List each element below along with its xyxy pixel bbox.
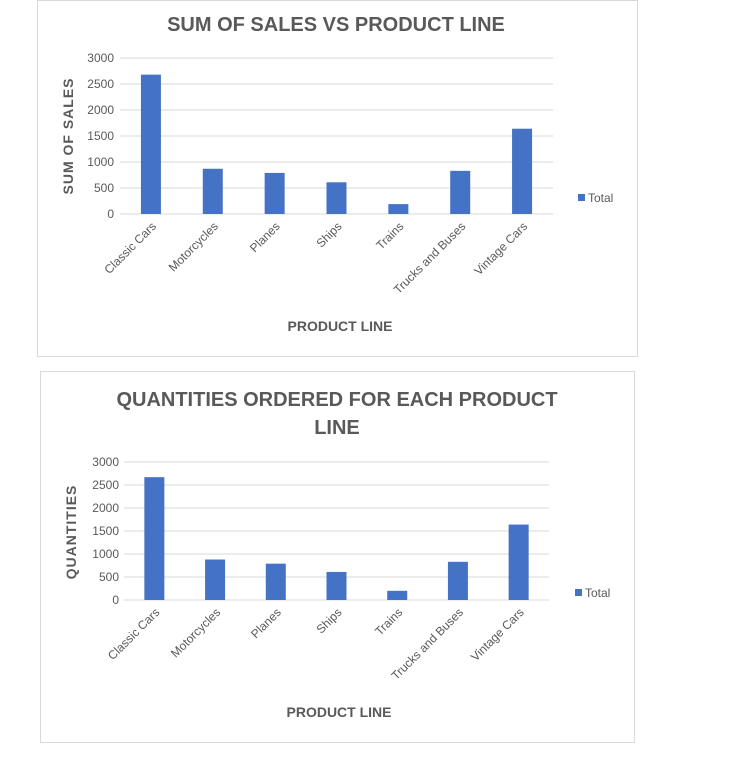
bar — [450, 170, 471, 214]
chart-title: SUM OF SALES VS PRODUCT LINE — [167, 14, 505, 36]
y-axis-title: SUM OF SALES — [60, 77, 76, 194]
x-tick-label: Vintage Cars — [468, 605, 527, 664]
y-tick-label: 500 — [99, 570, 119, 584]
y-tick-label: 3000 — [92, 455, 119, 469]
chart-sales-by-product-line: SUM OF SALES VS PRODUCT LINE 0 500 1000 1500… — [37, 0, 638, 357]
legend-swatch — [578, 194, 585, 201]
x-tick-label: Planes — [247, 219, 283, 255]
x-tick-label: Classic Cars — [105, 605, 163, 663]
bar — [326, 571, 347, 600]
legend-label: Total — [585, 586, 610, 600]
y-tick-label: 2500 — [92, 478, 119, 492]
chart-svg: SUM OF SALES VS PRODUCT LINE 0 500 1000 1500… — [60, 14, 613, 334]
x-tick-label: Vintage Cars — [471, 219, 530, 278]
bar — [140, 74, 161, 214]
y-tick-label: 0 — [112, 593, 119, 607]
x-tick-label: Ships — [313, 219, 344, 250]
y-tick-label: 2000 — [87, 103, 114, 117]
y-tick-label: 2000 — [92, 501, 119, 515]
bar — [202, 168, 223, 214]
chart-title: LINE — [314, 417, 360, 439]
x-tick-label: Motorcycles — [168, 605, 223, 660]
x-tick-label: Trains — [372, 605, 405, 638]
y-axis-title: QUANTITIES — [63, 485, 79, 580]
bar — [265, 563, 286, 600]
y-tick-label: 0 — [107, 207, 114, 221]
bar — [447, 561, 468, 600]
bar — [205, 559, 226, 600]
x-tick-label: Motorcycles — [166, 219, 221, 274]
legend-label: Total — [588, 191, 613, 205]
chart-svg: QUANTITIES ORDERED FOR EACH PRODUCT LINE 0… — [63, 389, 610, 720]
chart-title: QUANTITIES ORDERED FOR EACH PRODUCT — [116, 389, 557, 411]
y-tick-label: 2500 — [87, 77, 114, 91]
y-tick-label: 1000 — [92, 547, 119, 561]
x-axis-title: PRODUCT LINE — [287, 704, 392, 720]
x-tick-label: Ships — [313, 605, 344, 636]
y-tick-label: 500 — [94, 181, 114, 195]
x-tick-label: Classic Cars — [102, 219, 160, 277]
y-tick-label: 3000 — [87, 51, 114, 65]
y-tick-label: 1500 — [87, 129, 114, 143]
bar — [326, 182, 347, 214]
y-tick-label: 1500 — [92, 524, 119, 538]
bar — [512, 128, 533, 214]
chart-quantities-by-product-line: QUANTITIES ORDERED FOR EACH PRODUCT LINE 0… — [40, 371, 635, 743]
x-axis-title: PRODUCT LINE — [288, 318, 393, 334]
bar — [144, 477, 165, 600]
x-tick-label: Planes — [248, 605, 284, 641]
y-tick-label: 1000 — [87, 155, 114, 169]
x-tick-label: Trains — [373, 219, 406, 252]
bar — [388, 204, 409, 214]
bar — [508, 524, 529, 600]
legend-swatch — [575, 589, 582, 596]
bar — [264, 172, 285, 214]
bar — [387, 590, 408, 600]
